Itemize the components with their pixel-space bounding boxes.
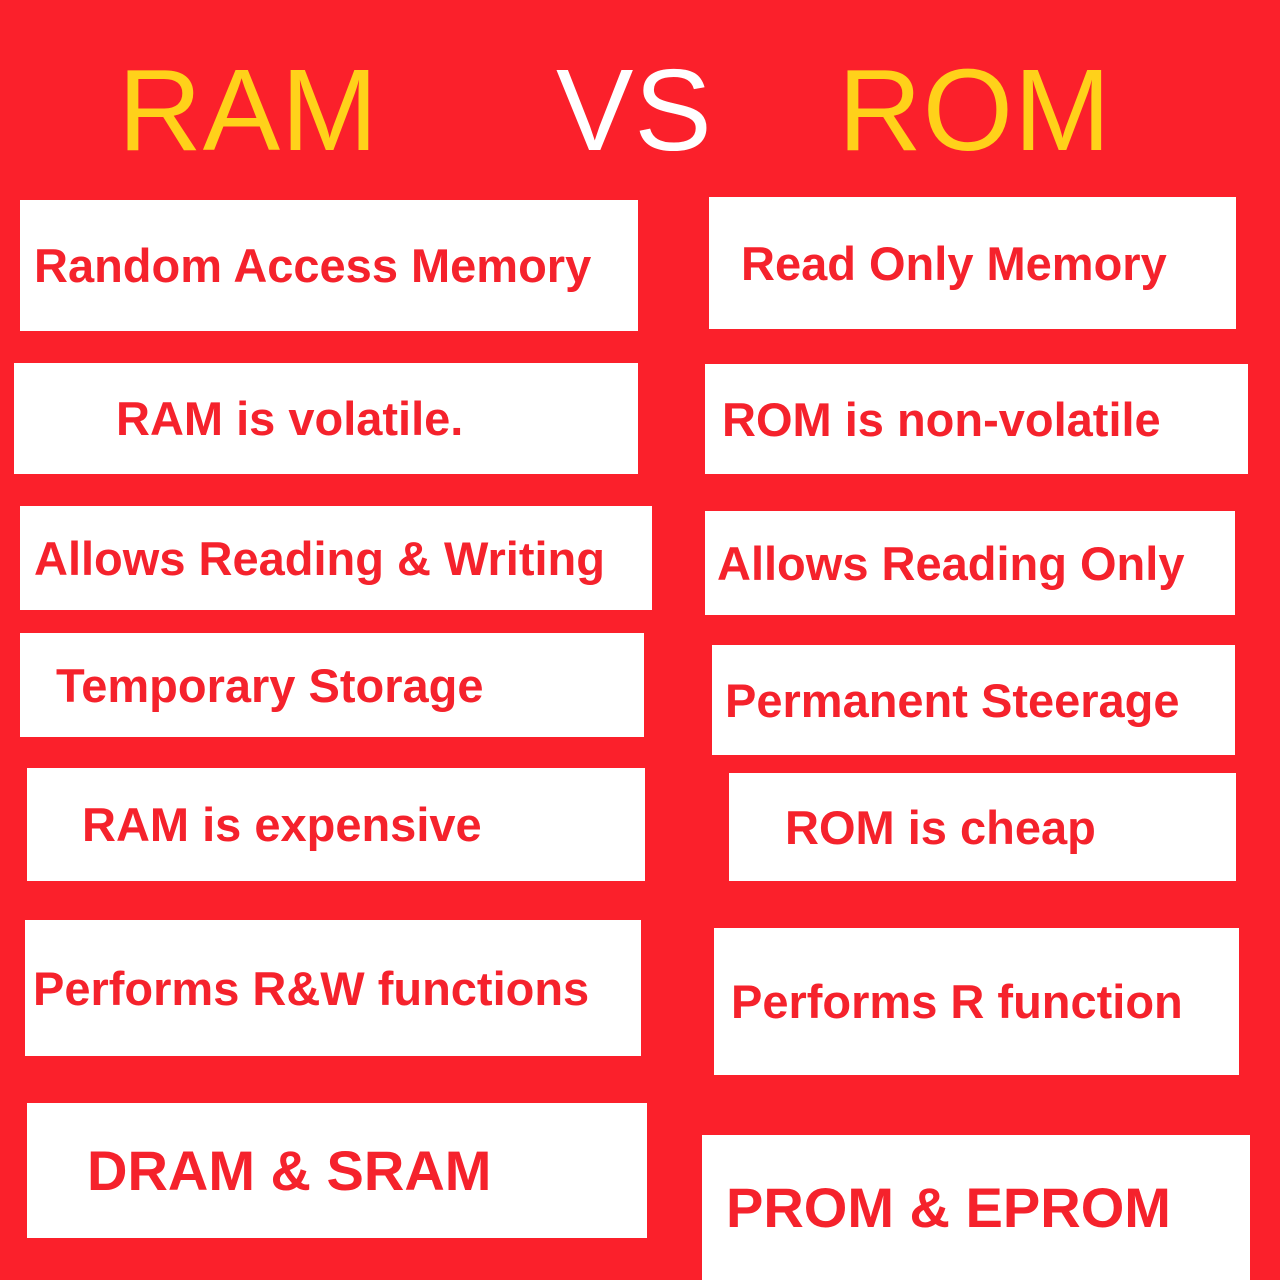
- title-bar: RAM VS ROM: [0, 0, 1280, 190]
- ram-card-7-label: DRAM & SRAM: [87, 1138, 492, 1202]
- ram-card-1: Random Access Memory: [20, 200, 638, 331]
- ram-card-4: Temporary Storage: [20, 633, 644, 737]
- rom-card-3: Allows Reading Only: [705, 511, 1235, 615]
- ram-card-3: Allows Reading & Writing: [20, 506, 652, 610]
- rom-card-2-label: ROM is non-volatile: [722, 392, 1161, 446]
- rom-card-6-label: Performs R function: [731, 975, 1183, 1028]
- title-vs: VS: [556, 45, 713, 175]
- ram-card-1-label: Random Access Memory: [34, 239, 592, 292]
- rom-card-3-label: Allows Reading Only: [717, 536, 1185, 590]
- rom-card-6: Performs R function: [714, 928, 1239, 1075]
- rom-card-1-label: Read Only Memory: [741, 236, 1167, 290]
- ram-card-5: RAM is expensive: [27, 768, 645, 881]
- rom-card-4-label: Permanent Steerage: [725, 673, 1180, 727]
- ram-card-3-label: Allows Reading & Writing: [34, 531, 605, 585]
- title-ram: RAM: [118, 45, 379, 175]
- rom-card-7: PROM & EPROM: [702, 1135, 1250, 1280]
- ram-card-2-label: RAM is volatile.: [116, 392, 464, 445]
- ram-card-7: DRAM & SRAM: [27, 1103, 647, 1238]
- title-rom: ROM: [838, 45, 1112, 175]
- ram-card-6: Performs R&W functions: [25, 920, 641, 1056]
- ram-card-5-label: RAM is expensive: [82, 798, 482, 851]
- rom-card-4: Permanent Steerage: [712, 645, 1235, 755]
- rom-card-5-label: ROM is cheap: [785, 800, 1096, 854]
- ram-card-2: RAM is volatile.: [14, 363, 638, 474]
- rom-card-1: Read Only Memory: [709, 197, 1236, 329]
- ram-card-4-label: Temporary Storage: [56, 658, 484, 712]
- rom-card-5: ROM is cheap: [729, 773, 1236, 881]
- ram-card-6-label: Performs R&W functions: [33, 961, 590, 1015]
- rom-card-2: ROM is non-volatile: [705, 364, 1248, 474]
- rom-card-7-label: PROM & EPROM: [726, 1175, 1171, 1239]
